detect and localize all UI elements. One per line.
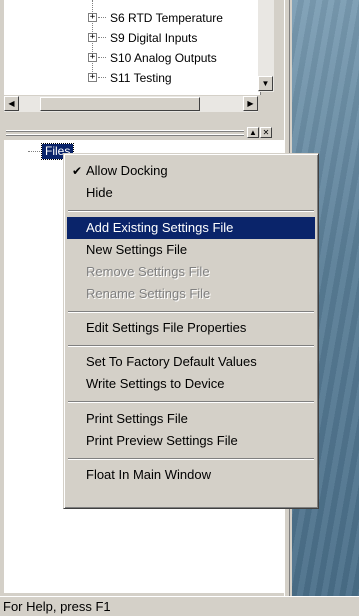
menu-item-set-factory-defaults[interactable]: Set To Factory Default Values (67, 351, 315, 373)
menu-item-label: Allow Docking (86, 163, 168, 178)
expand-icon[interactable]: + (88, 73, 97, 82)
menu-item-edit-settings-file-properties[interactable]: Edit Settings File Properties (67, 317, 315, 339)
menu-separator (68, 401, 314, 403)
menu-separator (68, 210, 314, 212)
menu-item-float-in-main-window[interactable]: Float In Main Window (67, 464, 315, 486)
tree-connector (98, 17, 106, 18)
menu-item-write-settings-to-device[interactable]: Write Settings to Device (67, 373, 315, 395)
check-icon: ✔ (72, 164, 83, 178)
menu-item-label: New Settings File (86, 242, 188, 257)
status-text: For Help, press F1 (3, 599, 111, 614)
pane-gripper[interactable] (6, 134, 244, 136)
menu-item-hide[interactable]: Hide (67, 182, 315, 204)
settings-tree: + S6 RTD Temperature + S9 Digital Inputs… (4, 0, 261, 95)
scroll-left-button[interactable]: ◀ (4, 96, 19, 111)
menu-item-label: Edit Settings File Properties (86, 320, 247, 335)
tree-connector (98, 37, 106, 38)
menu-item-label: Rename Settings File (86, 286, 211, 301)
pane-maximize-button[interactable]: ▲ (247, 127, 259, 138)
context-menu: ✔ Allow Docking Hide Add Existing Settin… (63, 153, 319, 509)
menu-separator (68, 345, 314, 347)
menu-item-print-settings-file[interactable]: Print Settings File (67, 408, 315, 430)
tree-connector (98, 57, 106, 58)
menu-item-rename-settings-file: Rename Settings File (67, 283, 315, 305)
menu-item-new-settings-file[interactable]: New Settings File (67, 239, 315, 261)
menu-separator (68, 458, 314, 460)
tree-connector (28, 151, 42, 152)
menu-item-label: Hide (86, 185, 113, 200)
pane-close-button[interactable]: ✕ (260, 127, 272, 138)
menu-item-label: Add Existing Settings File (86, 220, 234, 235)
scroll-right-button[interactable]: ▶ (243, 96, 258, 111)
tree-item-label[interactable]: S11 Testing (110, 70, 172, 86)
tree-item-label[interactable]: S9 Digital Inputs (110, 30, 197, 46)
tree-connector (98, 77, 106, 78)
tree-item-label[interactable]: S6 RTD Temperature (110, 10, 223, 26)
expand-icon[interactable]: + (88, 33, 97, 42)
pane-gripper[interactable] (6, 130, 244, 132)
menu-item-add-existing-settings-file[interactable]: Add Existing Settings File (67, 217, 315, 239)
horizontal-scroll-thumb[interactable] (40, 97, 200, 111)
menu-item-label: Float In Main Window (86, 467, 211, 482)
menu-item-label: Remove Settings File (86, 264, 210, 279)
menu-item-label: Write Settings to Device (86, 376, 225, 391)
menu-item-remove-settings-file: Remove Settings File (67, 261, 315, 283)
expand-icon[interactable]: + (88, 13, 97, 22)
menu-item-label: Print Settings File (86, 411, 188, 426)
menu-item-allow-docking[interactable]: ✔ Allow Docking (67, 160, 315, 182)
scroll-down-button[interactable]: ▼ (258, 76, 273, 91)
menu-item-label: Print Preview Settings File (86, 433, 238, 448)
expand-icon[interactable]: + (88, 53, 97, 62)
menu-item-print-preview-settings-file[interactable]: Print Preview Settings File (67, 430, 315, 452)
tree-item-label[interactable]: S10 Analog Outputs (110, 50, 217, 66)
status-bar: For Help, press F1 (0, 596, 359, 616)
menu-separator (68, 311, 314, 313)
menu-item-label: Set To Factory Default Values (86, 354, 257, 369)
